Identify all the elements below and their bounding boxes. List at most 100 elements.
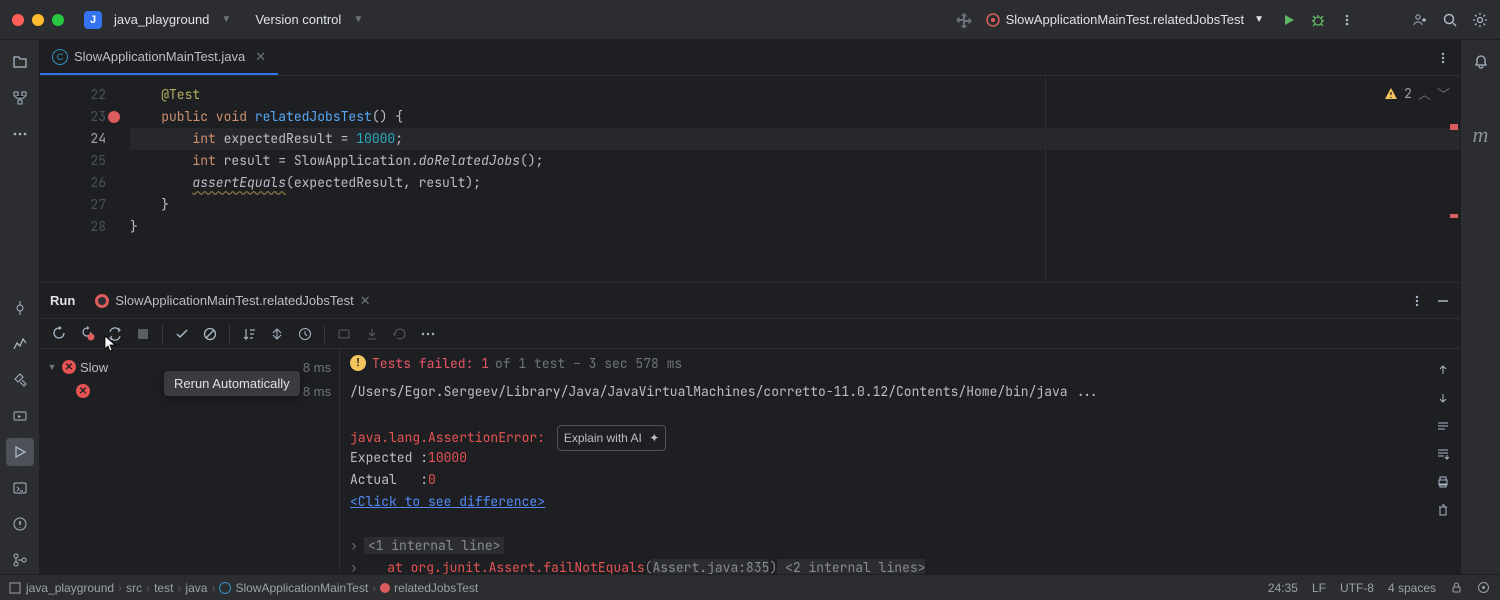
scroll-to-end-icon[interactable]: [1432, 443, 1454, 465]
rerun-icon[interactable]: [48, 323, 70, 345]
commit-tool-icon[interactable]: [6, 294, 34, 322]
editor-tabbar: C SlowApplicationMainTest.java ✕: [40, 40, 1460, 76]
run-tab[interactable]: SlowApplicationMainTest.relatedJobsTest …: [87, 289, 378, 313]
console[interactable]: ! Tests failed: 1 of 1 test – 3 sec 578 …: [340, 349, 1460, 574]
left-toolbar: [0, 40, 40, 574]
export-tests-icon[interactable]: [361, 323, 383, 345]
expand-all-icon[interactable]: [266, 323, 288, 345]
hide-panel-icon[interactable]: [1436, 294, 1450, 308]
crumb[interactable]: test: [154, 581, 173, 595]
warning-icon: [1384, 87, 1398, 101]
more-toolbar-icon[interactable]: [417, 323, 439, 345]
more-tool-icon[interactable]: [6, 120, 34, 148]
crumb[interactable]: relatedJobsTest: [394, 581, 478, 595]
tree-time: 8 ms: [303, 384, 339, 399]
tooltip: Rerun Automatically: [164, 371, 300, 396]
services-tool-icon[interactable]: [6, 402, 34, 430]
sort-icon[interactable]: [238, 323, 260, 345]
run-panel-header: Run SlowApplicationMainTest.relatedJobsT…: [40, 283, 1460, 319]
expander-icon[interactable]: ▼: [46, 362, 58, 372]
settings-icon[interactable]: [1472, 12, 1488, 28]
notifications-icon[interactable]: [1467, 48, 1495, 76]
project-name[interactable]: java_playground: [114, 12, 209, 27]
editor-tab[interactable]: C SlowApplicationMainTest.java ✕: [40, 40, 278, 75]
encoding[interactable]: UTF-8: [1340, 581, 1374, 595]
console-fold[interactable]: › at org.junit.Assert.failNotEquals(Asse…: [350, 557, 1460, 574]
project-tool-icon[interactable]: [6, 48, 34, 76]
run-configuration[interactable]: SlowApplicationMainTest.relatedJobsTest …: [986, 12, 1268, 27]
console-fold[interactable]: ›<1 internal line>: [350, 535, 1460, 557]
zoom-window[interactable]: [52, 14, 64, 26]
up-stack-icon[interactable]: [1432, 359, 1454, 381]
rerun-failed-icon[interactable]: [76, 323, 98, 345]
minimize-window[interactable]: [32, 14, 44, 26]
build-tool-icon[interactable]: [6, 366, 34, 394]
problems-tool-icon[interactable]: [6, 510, 34, 538]
chevron-down-icon[interactable]: ▼: [221, 14, 231, 25]
version-control-menu[interactable]: Version control: [255, 12, 341, 27]
close-window[interactable]: [12, 14, 24, 26]
more-actions-icon[interactable]: [1340, 13, 1354, 27]
summary-rest: of 1 test – 3 sec 578 ms: [495, 355, 682, 372]
stop-icon[interactable]: [132, 323, 154, 345]
panel-options-icon[interactable]: [1410, 294, 1424, 308]
soft-wrap-icon[interactable]: [1432, 415, 1454, 437]
close-icon[interactable]: ✕: [360, 293, 371, 309]
chevron-down-icon: ▼: [1254, 14, 1264, 25]
inspection-widget[interactable]: 2 ︿ ﹀: [1384, 84, 1450, 103]
run-toolbar: [40, 319, 1460, 349]
maven-tool-icon[interactable]: m: [1473, 122, 1489, 148]
crumb[interactable]: java: [185, 581, 207, 595]
tab-filename: SlowApplicationMainTest.java: [74, 49, 245, 64]
debug-button[interactable]: [1310, 12, 1326, 28]
search-icon[interactable]: [1442, 12, 1458, 28]
prev-highlight-icon[interactable]: ︿: [1418, 84, 1431, 103]
close-icon[interactable]: ✕: [255, 49, 266, 65]
show-ignored-icon[interactable]: [199, 323, 221, 345]
window-controls: [12, 14, 64, 26]
readonly-icon[interactable]: [1450, 581, 1463, 594]
run-tool-icon[interactable]: [6, 438, 34, 466]
run-button[interactable]: [1282, 13, 1296, 27]
console-toolbar: [1432, 359, 1454, 521]
down-stack-icon[interactable]: [1432, 387, 1454, 409]
code-with-me-icon[interactable]: [1412, 12, 1428, 28]
chevron-down-icon[interactable]: ▼: [353, 14, 363, 25]
project-badge[interactable]: J: [84, 11, 102, 29]
print-icon[interactable]: [1432, 471, 1454, 493]
structure-tool-icon[interactable]: [6, 84, 34, 112]
vcs-tool-icon[interactable]: [6, 546, 34, 574]
history-icon[interactable]: [389, 323, 411, 345]
test-tree[interactable]: ▼ ✕ Slow 8 ms ✕ 8 ms Rerun Automatically: [40, 349, 340, 574]
intentions-icon[interactable]: [1477, 581, 1490, 594]
code-editor[interactable]: 22232425262728 2 ︿ ﹀ @Test public void r…: [40, 76, 1460, 282]
right-margin-guide: [1045, 76, 1046, 282]
build-icon[interactable]: [956, 12, 972, 28]
import-tests-icon[interactable]: [333, 323, 355, 345]
gutter[interactable]: 22232425262728: [40, 76, 130, 282]
terminal-tool-icon[interactable]: [6, 474, 34, 502]
breadcrumbs[interactable]: java_playground› src› test› java› SlowAp…: [0, 581, 478, 595]
run-tab-label: SlowApplicationMainTest.relatedJobsTest: [115, 293, 353, 308]
line-separator[interactable]: LF: [1312, 581, 1326, 595]
error-marker[interactable]: [1450, 124, 1458, 130]
profiler-tool-icon[interactable]: [6, 330, 34, 358]
indent[interactable]: 4 spaces: [1388, 581, 1436, 595]
tree-time: 8 ms: [303, 360, 339, 375]
diff-link[interactable]: <Click to see difference>: [350, 491, 1460, 513]
code-area[interactable]: 2 ︿ ﹀ @Test public void relatedJobsTest(…: [130, 76, 1460, 282]
cursor-position[interactable]: 24:35: [1268, 581, 1298, 595]
fail-icon: ✕: [62, 360, 76, 374]
error-marker[interactable]: [1450, 214, 1458, 218]
tab-options-icon[interactable]: [1436, 51, 1450, 65]
crumb[interactable]: src: [126, 581, 142, 595]
crumb[interactable]: java_playground: [26, 581, 114, 595]
show-passed-icon[interactable]: [171, 323, 193, 345]
crumb[interactable]: SlowApplicationMainTest: [235, 581, 368, 595]
explain-with-ai-chip[interactable]: Explain with AI ✦: [557, 425, 666, 451]
run-config-label: SlowApplicationMainTest.relatedJobsTest: [1006, 12, 1244, 27]
collapse-all-icon[interactable]: [294, 323, 316, 345]
next-highlight-icon[interactable]: ﹀: [1437, 84, 1450, 103]
clear-icon[interactable]: [1432, 499, 1454, 521]
fail-icon: ✕: [76, 384, 90, 398]
